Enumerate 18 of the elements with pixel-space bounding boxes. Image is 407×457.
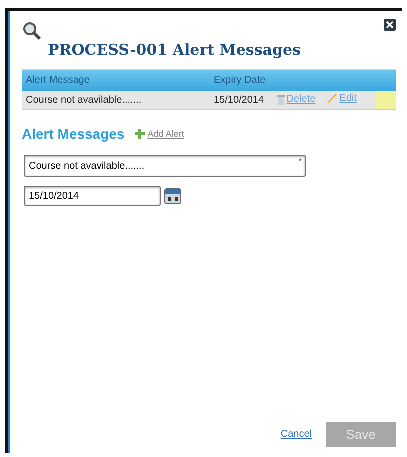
table-cell: Course not avavilable....... xyxy=(22,91,210,110)
date-field[interactable]: 15/10/2014 xyxy=(24,186,161,206)
required-mark: * xyxy=(298,157,302,166)
search-icon xyxy=(22,21,42,41)
column-header: Alert Message xyxy=(22,70,210,91)
add-alert-link[interactable]: Add Alert xyxy=(134,129,184,139)
edit-link[interactable]: Edit xyxy=(326,92,357,104)
plus-icon xyxy=(134,129,145,139)
delete-link[interactable]: Delete xyxy=(276,94,316,105)
column-header: Expiry Date xyxy=(210,70,273,91)
trash-icon xyxy=(276,94,285,104)
message-field[interactable]: Course not avavilable....... * xyxy=(24,155,306,177)
close-icon[interactable] xyxy=(384,19,396,31)
calendar-icon[interactable] xyxy=(164,187,182,205)
table-cell: 15/10/2014 xyxy=(210,91,273,110)
cancel-link[interactable]: Cancel xyxy=(280,429,312,440)
section-title: Alert Messages xyxy=(22,126,125,142)
dialog-title: PROCESS-001 Alert Messages xyxy=(48,41,301,59)
